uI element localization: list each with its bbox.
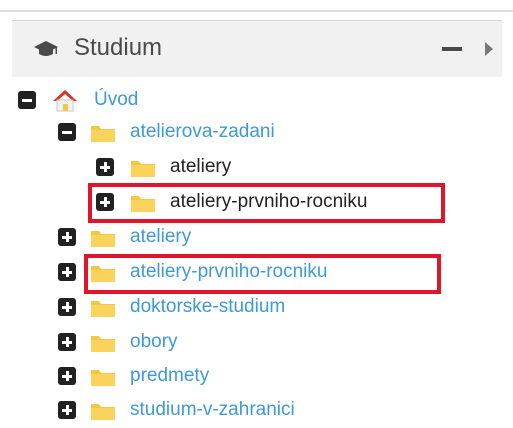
folder-icon [91, 336, 115, 352]
expand-toggle-icon[interactable] [58, 401, 76, 419]
tree-label-ateliery-prvniho-rocniku[interactable]: ateliery-prvniho-rocniku [170, 190, 367, 214]
collapse-toggle-icon[interactable] [58, 123, 76, 141]
expand-toggle-icon[interactable] [58, 228, 76, 246]
tree-label-obory[interactable]: obory [130, 330, 178, 354]
tree-label-atelierova-zadani[interactable]: atelierova-zadani [130, 120, 275, 144]
expand-toggle-icon[interactable] [58, 367, 76, 385]
expand-toggle-icon[interactable] [58, 333, 76, 351]
expand-toggle-icon[interactable] [58, 298, 76, 316]
folder-icon [91, 126, 115, 142]
expand-toggle-icon[interactable] [96, 193, 114, 211]
tree-label-predmety[interactable]: predmety [130, 364, 209, 388]
expand-toggle-icon[interactable] [96, 158, 114, 176]
folder-icon [131, 196, 155, 212]
tree-label-uvod[interactable]: Úvod [94, 88, 138, 112]
tree-label-ateliery[interactable]: ateliery [130, 225, 191, 249]
expand-toggle-icon[interactable] [58, 263, 76, 281]
tree-label-ateliery-prvniho-rocniku[interactable]: ateliery-prvniho-rocniku [130, 260, 327, 284]
home-icon [53, 90, 77, 112]
folder-icon [91, 404, 115, 420]
tree-label-doktorske-studium[interactable]: doktorske-studium [130, 295, 285, 319]
tree-label-studium-v-zahranici[interactable]: studium-v-zahranici [130, 398, 295, 422]
folder-icon [91, 301, 115, 317]
folder-icon [91, 370, 115, 386]
folder-icon [91, 231, 115, 247]
folder-icon [91, 266, 115, 282]
site-tree: Úvod atelierova-zadani ateliery ateliery… [0, 0, 513, 420]
collapse-toggle-icon[interactable] [18, 91, 36, 109]
folder-icon [131, 161, 155, 177]
tree-label-ateliery[interactable]: ateliery [170, 155, 231, 179]
